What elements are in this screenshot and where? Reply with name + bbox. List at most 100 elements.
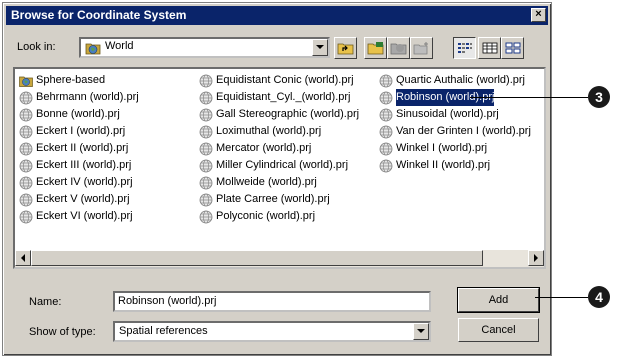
file-item[interactable]: Eckert I (world).prj <box>19 123 139 140</box>
file-list-column-1: Sphere-based Behrmann (world).prj Bonne (w… <box>19 72 139 225</box>
arrow-left-icon <box>20 254 25 262</box>
globe-file-icon <box>379 142 393 156</box>
globe-file-icon <box>19 193 33 207</box>
file-item-label: Van der Grinten I (world).prj <box>396 125 531 137</box>
globe-file-icon <box>379 108 393 122</box>
file-item[interactable]: Mollweide (world).prj <box>199 174 359 191</box>
file-list-column-2: Equidistant Conic (world).prj Equidistant… <box>199 72 359 225</box>
globe-file-icon <box>379 125 393 139</box>
file-item[interactable]: Gall Stereographic (world).prj <box>199 106 359 123</box>
chevron-down-icon <box>417 329 425 333</box>
file-item[interactable]: Eckert VI (world).prj <box>19 208 139 225</box>
thumbnails-view-button[interactable] <box>501 37 524 59</box>
disconnect-folder-icon <box>390 43 406 55</box>
globe-file-icon <box>19 108 33 122</box>
file-item-label: Eckert VI (world).prj <box>36 210 133 222</box>
globe-file-icon <box>199 210 213 224</box>
name-label: Name: <box>29 296 62 308</box>
file-item[interactable]: Miller Cylindrical (world).prj <box>199 157 359 174</box>
globe-file-icon <box>19 91 33 105</box>
file-item-label: Equidistant_Cyl._(world).prj <box>216 91 351 103</box>
globe-file-icon <box>379 74 393 88</box>
file-item[interactable]: Winkel I (world).prj <box>379 140 531 157</box>
file-item[interactable]: Quartic Authalic (world).prj <box>379 72 531 89</box>
browse-dialog: Browse for Coordinate System × Look in: … <box>2 2 552 356</box>
file-item[interactable]: Equidistant Conic (world).prj <box>199 72 359 89</box>
file-item-label: Plate Carree (world).prj <box>216 193 330 205</box>
file-item-label: Mercator (world).prj <box>216 142 312 154</box>
file-item-label: Eckert III (world).prj <box>36 159 132 171</box>
title-bar: Browse for Coordinate System × <box>6 6 548 25</box>
file-item-label: Eckert II (world).prj <box>36 142 129 154</box>
file-item[interactable]: Polyconic (world).prj <box>199 208 359 225</box>
file-item[interactable]: Behrmann (world).prj <box>19 89 139 106</box>
file-item-label: Eckert I (world).prj <box>36 125 126 137</box>
globe-file-icon <box>19 176 33 190</box>
callout-3-badge: 3 <box>588 86 610 108</box>
file-item[interactable]: Loximuthal (world).prj <box>199 123 359 140</box>
file-item-label: Gall Stereographic (world).prj <box>216 108 360 120</box>
file-item-label: Behrmann (world).prj <box>36 91 139 103</box>
look-in-value: World <box>105 40 134 52</box>
cancel-button[interactable]: Cancel <box>458 318 539 342</box>
file-item[interactable]: Van der Grinten I (world).prj <box>379 123 531 140</box>
name-input-value: Robinson (world).prj <box>118 295 217 307</box>
add-button[interactable]: Add <box>457 287 540 313</box>
details-view-button[interactable] <box>478 37 501 59</box>
callout-4-leader-line <box>535 297 588 298</box>
thumbnails-view-icon <box>505 42 520 54</box>
connect-folder-button[interactable] <box>364 37 387 59</box>
globe-file-icon <box>199 176 213 190</box>
file-item[interactable]: Sphere-based <box>19 72 139 89</box>
callout-3-leader-line <box>470 97 588 98</box>
file-item-label: Quartic Authalic (world).prj <box>396 74 525 86</box>
show-of-type-dropdown-arrow[interactable] <box>413 323 429 340</box>
callout-4-badge: 4 <box>588 286 610 308</box>
file-item[interactable]: Plate Carree (world).prj <box>199 191 359 208</box>
file-item-label: Eckert IV (world).prj <box>36 176 133 188</box>
horizontal-scrollbar[interactable] <box>15 250 544 267</box>
file-item-label: Eckert V (world).prj <box>36 193 130 205</box>
details-view-icon <box>482 42 497 54</box>
connect-folder-icon <box>367 42 383 55</box>
file-item-label: Equidistant Conic (world).prj <box>216 74 354 86</box>
up-one-level-button[interactable] <box>334 37 357 59</box>
scroll-left-button[interactable] <box>15 250 31 266</box>
name-input[interactable]: Robinson (world).prj <box>113 291 431 312</box>
file-item[interactable]: Eckert IV (world).prj <box>19 174 139 191</box>
globe-file-icon <box>199 91 213 105</box>
dialog-title: Browse for Coordinate System <box>11 8 187 22</box>
arrow-right-icon <box>533 254 538 262</box>
close-button[interactable]: × <box>531 8 546 22</box>
disconnect-folder-button <box>387 37 410 59</box>
look-in-combobox[interactable]: World <box>79 37 330 58</box>
look-in-dropdown-arrow[interactable] <box>312 39 328 56</box>
file-item[interactable]: Winkel II (world).prj <box>379 157 531 174</box>
scroll-thumb[interactable] <box>31 250 483 266</box>
globe-file-icon <box>199 108 213 122</box>
file-item[interactable]: Equidistant_Cyl._(world).prj <box>199 89 359 106</box>
file-list[interactable]: Sphere-based Behrmann (world).prj Bonne (w… <box>13 67 546 269</box>
globe-file-icon <box>379 159 393 173</box>
file-item-label: Polyconic (world).prj <box>216 210 316 222</box>
file-item[interactable]: Eckert III (world).prj <box>19 157 139 174</box>
show-of-type-value: Spatial references <box>119 325 208 337</box>
show-of-type-label: Show of type: <box>29 326 96 338</box>
file-item-label: Sinusoidal (world).prj <box>396 108 499 120</box>
new-folder-icon <box>413 42 428 55</box>
scroll-right-button[interactable] <box>528 250 544 266</box>
list-view-button[interactable] <box>453 37 476 59</box>
file-list-column-3: Quartic Authalic (world).prj Robinson (wo… <box>379 72 531 174</box>
globe-file-icon <box>19 159 33 173</box>
file-item[interactable]: Eckert V (world).prj <box>19 191 139 208</box>
file-item[interactable]: Eckert II (world).prj <box>19 140 139 157</box>
file-item[interactable]: Sinusoidal (world).prj <box>379 106 531 123</box>
file-item-label: Loximuthal (world).prj <box>216 125 322 137</box>
chevron-down-icon <box>316 45 324 49</box>
file-item[interactable]: Bonne (world).prj <box>19 106 139 123</box>
globe-file-icon <box>199 142 213 156</box>
file-item-label: Miller Cylindrical (world).prj <box>216 159 349 171</box>
file-item-label: Bonne (world).prj <box>36 108 120 120</box>
show-of-type-combobox[interactable]: Spatial references <box>113 321 431 342</box>
file-item[interactable]: Mercator (world).prj <box>199 140 359 157</box>
